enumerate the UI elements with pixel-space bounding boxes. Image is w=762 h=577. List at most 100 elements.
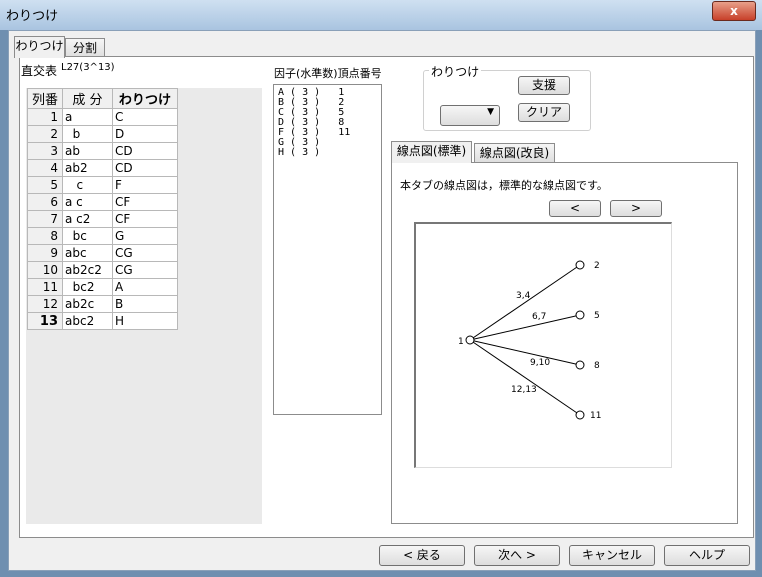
row-component: bc [62, 227, 113, 245]
graph-edge-label: 6,7 [532, 312, 546, 322]
factor-listbox[interactable]: A ( 3 ) 1 B ( 3 ) 2 C ( 3 ) 5 D ( 3 ) 8 … [273, 84, 382, 415]
help-button[interactable]: ヘルプ [664, 545, 750, 566]
table-row[interactable]: 12 ab2c B [27, 295, 178, 313]
graph-edge [469, 339, 581, 416]
row-component: a [62, 108, 113, 126]
table-header-row: 列番 成 分 わりつけ [27, 88, 178, 109]
prev-diagram-button[interactable]: < [549, 200, 601, 217]
tab-diagram-improved[interactable]: 線点図(改良) [474, 143, 555, 164]
row-component: ab2 [62, 159, 113, 177]
graph-node-label: 5 [594, 311, 600, 321]
table-row[interactable]: 8 bc G [27, 227, 178, 245]
table-row[interactable]: 5 cF [27, 176, 178, 194]
table-row[interactable]: 4 ab2 CD [27, 159, 178, 177]
row-num: 4 [27, 159, 63, 177]
table-row[interactable]: 3 ab CD [27, 142, 178, 160]
graph-node-label: 11 [590, 411, 601, 421]
row-assign[interactable]: CG [112, 261, 178, 279]
table-type-value: L27(3^13) [61, 62, 115, 73]
graph-edge [469, 314, 581, 341]
row-assign[interactable]: CD [112, 159, 178, 177]
table-row[interactable]: 2 bD [27, 125, 178, 143]
clear-button[interactable]: クリア [518, 103, 570, 122]
row-assign[interactable]: CF [112, 210, 178, 228]
graph-node-label: 8 [594, 361, 600, 371]
assign-combo[interactable]: ▼ [440, 105, 500, 126]
assign-group-label: わりつけ [429, 63, 482, 80]
row-num: 5 [27, 176, 63, 194]
graph-node-label: 2 [594, 261, 600, 271]
row-component: ab2c [62, 295, 113, 313]
row-assign[interactable]: C [112, 108, 178, 126]
graph-edge-label: 3,4 [516, 291, 531, 301]
table-row[interactable]: 7a c2 CF [27, 210, 178, 228]
row-num: 9 [27, 244, 63, 262]
back-button[interactable]: < 戻る [379, 545, 465, 566]
table-row[interactable]: 1aC [27, 108, 178, 126]
table-row[interactable]: 9 abc CG [27, 244, 178, 262]
factor-list-item[interactable]: H ( 3 ) [278, 148, 320, 158]
row-assign[interactable]: F [112, 176, 178, 194]
row-component: a c [62, 193, 113, 211]
graph-node [575, 360, 585, 370]
row-assign[interactable]: A [112, 278, 178, 296]
row-assign[interactable]: CG [112, 244, 178, 262]
row-assign[interactable]: CD [112, 142, 178, 160]
row-num: 1 [27, 108, 63, 126]
row-assign[interactable]: D [112, 125, 178, 143]
col-header-num: 列番 [27, 88, 63, 109]
row-num: 2 [27, 125, 63, 143]
graph-node-label: 1 [458, 337, 464, 347]
tab-diagram-standard[interactable]: 線点図(標準) [391, 141, 472, 163]
row-assign[interactable]: CF [112, 193, 178, 211]
graph-edge [469, 339, 581, 366]
close-button[interactable]: x [712, 1, 756, 21]
row-num: 12 [27, 295, 63, 313]
table-row[interactable]: 10 ab2c2 CG [27, 261, 178, 279]
graph-node-center [465, 335, 475, 345]
row-component: ab [62, 142, 113, 160]
row-component: abc [62, 244, 113, 262]
row-component: ab2c2 [62, 261, 113, 279]
tab-wariwake[interactable]: わりつけ [14, 36, 65, 58]
row-component: abc2 [62, 312, 113, 330]
assignment-table[interactable]: 列番 成 分 わりつけ 1aC 2 bD 3 ab CD 4 ab2 CD 5 cF 6… [27, 88, 178, 330]
dialog-client: わりつけ 分割 直交表 L27(3^13) 列番 成 分 わりつけ 1aC 2 … [8, 30, 756, 571]
linear-graph: 1 2 5 8 11 3,4 6,7 9,10 12,13 [414, 222, 672, 468]
graph-edge-label: 9,10 [530, 358, 550, 368]
row-component: b [62, 125, 113, 143]
row-num: 6 [27, 193, 63, 211]
diagram-tab-panel: 本タブの線点図は，標準的な線点図です。 < > 1 2 5 8 11 3,4 6… [391, 162, 738, 524]
table-row[interactable]: 11 bc2 A [27, 278, 178, 296]
row-assign[interactable]: H [112, 312, 178, 330]
graph-edge-label: 12,13 [511, 385, 537, 395]
col-header-component: 成 分 [62, 88, 113, 109]
support-button[interactable]: 支援 [518, 76, 570, 95]
graph-node [575, 410, 585, 420]
graph-node [575, 260, 585, 270]
next-button[interactable]: 次へ > [474, 545, 560, 566]
row-num: 13 [27, 312, 63, 330]
row-num: 7 [27, 210, 63, 228]
row-component: c [62, 176, 113, 194]
chevron-down-icon: ▼ [487, 107, 494, 117]
next-diagram-button[interactable]: > [610, 200, 662, 217]
row-num: 10 [27, 261, 63, 279]
row-num: 11 [27, 278, 63, 296]
factor-list-header: 因子(水準数)頂点番号 [274, 67, 382, 80]
linear-graph-svg: 1 2 5 8 11 3,4 6,7 9,10 12,13 [458, 260, 601, 421]
graph-node [575, 310, 585, 320]
window-title: わりつけ [6, 9, 59, 24]
table-row[interactable]: 13 abc2 H [27, 312, 178, 330]
cancel-button[interactable]: キャンセル [569, 545, 655, 566]
table-row[interactable]: 6a c CF [27, 193, 178, 211]
title-bar: わりつけ x [0, 0, 762, 30]
row-assign[interactable]: G [112, 227, 178, 245]
table-type-label: 直交表 [21, 64, 58, 78]
col-header-assign: わりつけ [112, 88, 178, 109]
row-assign[interactable]: B [112, 295, 178, 313]
row-component: bc2 [62, 278, 113, 296]
diagram-description: 本タブの線点図は，標準的な線点図です。 [400, 179, 608, 192]
tab-panel: 直交表 L27(3^13) 列番 成 分 わりつけ 1aC 2 bD 3 ab CD… [19, 56, 754, 538]
row-num: 3 [27, 142, 63, 160]
